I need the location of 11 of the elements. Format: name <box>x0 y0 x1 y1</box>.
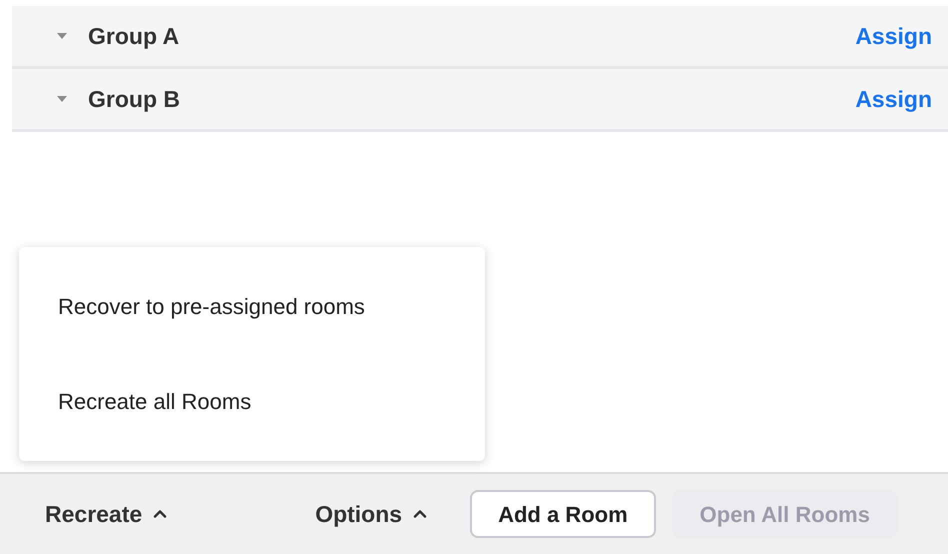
menu-item[interactable]: Recreate all Rooms <box>19 385 485 418</box>
group-name: Group A <box>88 22 180 51</box>
recreate-dropdown[interactable]: Recreate <box>45 496 170 532</box>
triangle-icon[interactable] <box>56 95 68 103</box>
options-dropdown[interactable]: Options <box>315 496 430 532</box>
assign-link[interactable]: Assign <box>855 18 932 54</box>
add-room-button[interactable]: Add a Room <box>470 490 656 538</box>
triangle-icon[interactable] <box>56 32 68 40</box>
group-name: Group B <box>88 84 180 114</box>
menu-item[interactable]: Recover to pre-assigned rooms <box>19 290 485 323</box>
assign-link[interactable]: Assign <box>855 82 932 116</box>
